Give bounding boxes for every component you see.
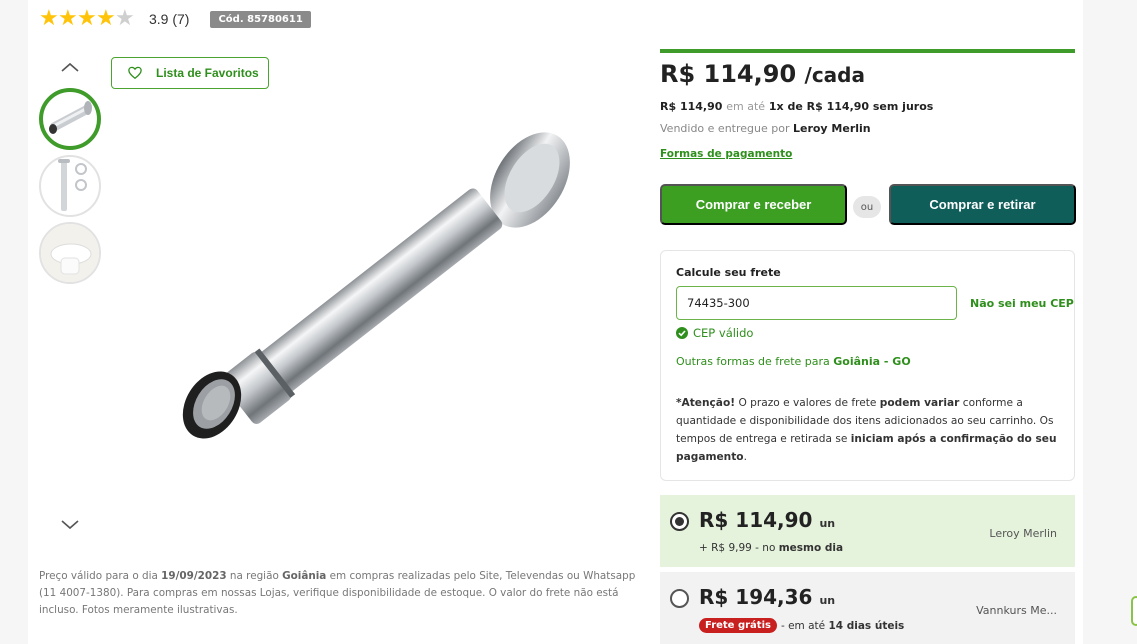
offer-radio[interactable] [670, 589, 689, 608]
other-shipping-link[interactable]: Outras formas de frete para Goiânia - GO [676, 355, 911, 368]
heart-icon [128, 66, 142, 80]
star-filled-icon: ★ [58, 6, 78, 31]
pipe-thumbnail-icon [49, 101, 92, 134]
offer-delivery: + R$ 9,99 - no mesmo dia [699, 542, 844, 554]
chevron-up-icon[interactable] [59, 58, 81, 76]
star-filled-icon: ★ [77, 6, 97, 31]
seller-name: Leroy Merlin [792, 122, 871, 135]
thumbnail-toilet[interactable] [39, 222, 101, 284]
or-separator: ou [853, 196, 881, 218]
thumbnail-pipe-parts[interactable] [39, 155, 101, 217]
star-filled-icon: ★ [96, 6, 116, 31]
pipe-parts-icon [58, 159, 87, 211]
star-empty-icon: ★ [115, 6, 135, 31]
favorites-button[interactable]: Lista de Favoritos [111, 57, 269, 89]
product-code-badge: Cód. 85780611 [210, 10, 311, 28]
cep-input[interactable] [676, 286, 957, 320]
offer-price: R$ 194,36 un [699, 585, 836, 609]
unknown-cep-link[interactable]: Não sei meu CEP [970, 297, 1074, 310]
offer-price: R$ 114,90 un [699, 508, 836, 532]
offer-seller: Vannkurs Me... [976, 604, 1057, 617]
price-disclaimer: Preço válido para o dia 19/09/2023 na re… [39, 570, 636, 616]
rating-row: ★ ★ ★ ★ ★ 3.9 (7) Cód. 85780611 [39, 8, 311, 30]
floating-chat-chip[interactable] [1131, 596, 1137, 626]
seller-offer[interactable]: R$ 114,90 un + R$ 9,99 - no mesmo dia Le… [660, 495, 1075, 567]
chevron-down-icon[interactable] [59, 516, 81, 534]
offer-radio[interactable] [670, 512, 689, 531]
product-image[interactable] [170, 120, 580, 470]
rating-value[interactable]: 3.9 (7) [149, 11, 189, 27]
offer-seller: Leroy Merlin [989, 527, 1057, 540]
free-shipping-badge: Frete grátis [699, 618, 777, 633]
buy-and-receive-button[interactable]: Comprar e receber [660, 184, 847, 225]
star-filled-icon: ★ [39, 6, 59, 31]
seller-info: Vendido e entregue por Leroy Merlin [660, 122, 871, 135]
price-panel-rule [660, 49, 1075, 53]
page-gutter [1083, 0, 1137, 644]
favorites-label: Lista de Favoritos [156, 66, 259, 80]
product-price: R$ 114,90 /cada [660, 60, 865, 88]
shipping-title: Calcule seu frete [676, 266, 781, 279]
buy-and-pickup-button[interactable]: Comprar e retirar [889, 184, 1076, 225]
shipping-notice: *Atenção! O prazo e valores de frete pod… [676, 397, 1057, 463]
star-rating[interactable]: ★ ★ ★ ★ ★ [39, 6, 135, 31]
seller-offer[interactable]: R$ 194,36 un Frete grátis - em até 14 di… [660, 572, 1075, 644]
installments-info: R$ 114,90 em até 1x de R$ 114,90 sem jur… [660, 100, 934, 113]
thumbnail-drain-pipe[interactable] [39, 88, 101, 150]
payment-methods-link[interactable]: Formas de pagamento [660, 148, 792, 160]
check-circle-icon [676, 327, 688, 339]
cep-valid-status: CEP válido [676, 326, 753, 340]
toilet-icon [41, 224, 99, 282]
offer-delivery: Frete grátis - em até 14 dias úteis [699, 618, 904, 633]
